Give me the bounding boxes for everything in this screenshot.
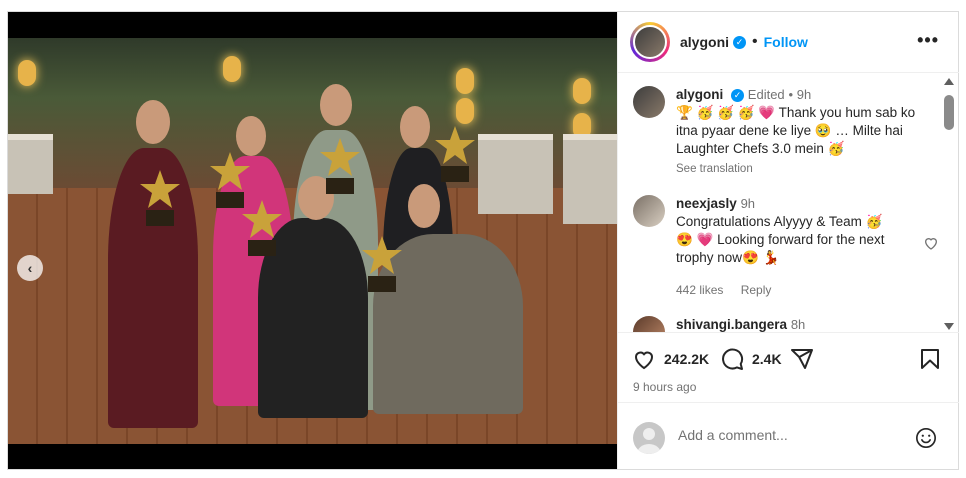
trophy-icon bbox=[320, 138, 360, 194]
comment-item: shivangi.bangera 8h bbox=[633, 316, 933, 332]
post-sidebar: alygoni ✓ • Follow ••• alygoni ✓ Edited … bbox=[617, 12, 959, 469]
user-avatar bbox=[633, 422, 665, 454]
scrollbar-thumb[interactable] bbox=[944, 95, 954, 130]
verified-icon: ✓ bbox=[733, 35, 747, 49]
see-translation-link[interactable]: See translation bbox=[676, 160, 916, 178]
comment-text: Congratulations Alyyyy & Team 🥳 😍 💗 Look… bbox=[676, 214, 885, 265]
previous-slide-button[interactable]: ‹ bbox=[17, 255, 43, 281]
post-actions: 242.2K 2.4K 9 hours ago bbox=[618, 332, 959, 402]
caption-username[interactable]: alygoni bbox=[676, 87, 723, 102]
likes-count[interactable]: 242.2K bbox=[664, 351, 709, 367]
comment-username[interactable]: neexjasly bbox=[676, 196, 737, 211]
comment-item: neexjasly 9h Congratulations Alyyyy & Te… bbox=[633, 195, 938, 305]
trophy-icon bbox=[362, 236, 402, 292]
chevron-left-icon: ‹ bbox=[27, 260, 33, 276]
trophy-icon bbox=[140, 170, 180, 226]
comment-time: 8h bbox=[790, 317, 806, 332]
caption: alygoni ✓ Edited • 9h 🏆 🥳 🥳 🥳 💗 Thank yo… bbox=[633, 86, 933, 178]
share-icon bbox=[791, 349, 813, 369]
caption-emojis: 🏆 🥳 🥳 🥳 💗 bbox=[676, 105, 776, 120]
bookmark-icon bbox=[921, 349, 939, 369]
add-comment-bar bbox=[618, 402, 959, 469]
more-icon[interactable]: ••• bbox=[917, 30, 939, 51]
heart-icon[interactable] bbox=[923, 235, 939, 251]
follow-button[interactable]: Follow bbox=[764, 34, 808, 50]
comment-button[interactable]: 2.4K bbox=[720, 347, 782, 371]
post-photo[interactable]: ‹ bbox=[8, 38, 617, 444]
trophy-icon bbox=[435, 126, 475, 182]
commenter-avatar[interactable] bbox=[633, 195, 665, 227]
comment-username[interactable]: shivangi.bangera bbox=[676, 317, 787, 332]
posted-time: 9 hours ago bbox=[633, 380, 697, 394]
heart-icon bbox=[634, 351, 654, 370]
caption-time: 9h bbox=[796, 87, 812, 102]
comment-time: 9h bbox=[740, 196, 756, 211]
comment-input[interactable] bbox=[678, 427, 898, 443]
caption-edited: Edited bbox=[747, 87, 785, 102]
like-button[interactable]: 242.2K bbox=[632, 347, 709, 371]
author-avatar[interactable] bbox=[633, 86, 665, 118]
share-button[interactable] bbox=[790, 347, 814, 371]
emoji-icon[interactable] bbox=[915, 427, 937, 449]
comments-count[interactable]: 2.4K bbox=[752, 351, 782, 367]
post-modal: ‹ alygoni ✓ • Follow ••• alygoni ✓ Edite… bbox=[7, 11, 959, 470]
post-header: alygoni ✓ • Follow ••• bbox=[618, 12, 959, 73]
save-button[interactable] bbox=[918, 347, 942, 371]
comments-scrollbar[interactable] bbox=[943, 74, 955, 332]
scroll-down-icon[interactable] bbox=[944, 323, 954, 330]
comment-icon bbox=[722, 348, 744, 370]
post-media: ‹ bbox=[8, 12, 617, 469]
comments-list: alygoni ✓ Edited • 9h 🏆 🥳 🥳 🥳 💗 Thank yo… bbox=[618, 74, 959, 332]
scroll-up-icon[interactable] bbox=[944, 78, 954, 85]
author-username[interactable]: alygoni bbox=[680, 34, 729, 50]
commenter-avatar[interactable] bbox=[633, 316, 665, 332]
author-avatar[interactable] bbox=[630, 22, 670, 62]
comment-likes[interactable]: 442 likes bbox=[676, 283, 723, 297]
reply-button[interactable]: Reply bbox=[741, 283, 772, 297]
verified-icon: ✓ bbox=[731, 89, 745, 102]
trophy-icon bbox=[242, 200, 282, 256]
